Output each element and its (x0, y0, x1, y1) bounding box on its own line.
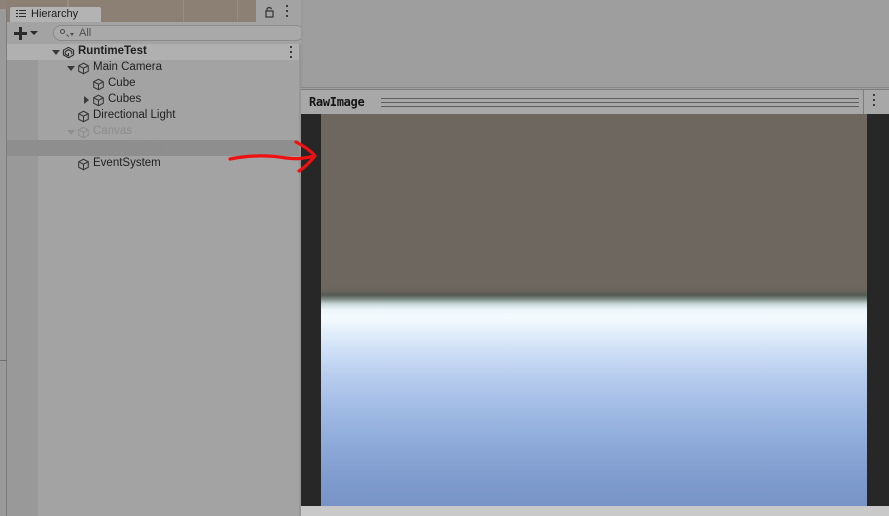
kebab-menu-icon[interactable] (286, 5, 289, 18)
gameobject-icon (77, 110, 90, 123)
gameobject-icon (77, 158, 90, 171)
tree-row-rawimage[interactable]: RawImage (7, 140, 301, 156)
lock-icon[interactable] (264, 5, 275, 18)
gameobject-icon (92, 78, 105, 91)
search-input-value: All (79, 27, 92, 39)
row-kebab-menu-icon[interactable] (290, 46, 293, 58)
gameobject-icon (92, 142, 105, 155)
tree-row-label: RuntimeTest (78, 45, 147, 58)
tabstrip-streak-3 (183, 0, 184, 22)
game-view-render-area[interactable]: RawImage RawImage Size: 350x250 (301, 114, 889, 506)
hierarchy-panel: Hierarchy All RuntimeTest Main Camera Cu… (7, 0, 304, 516)
tree-row-main-camera[interactable]: Main Camera (7, 60, 301, 76)
tree-twisty-none (81, 79, 92, 90)
tree-row-cubes[interactable]: Cubes (7, 92, 301, 108)
chevron-down-icon[interactable] (51, 47, 62, 58)
tree-row-runtimetest[interactable]: RuntimeTest (7, 44, 301, 60)
search-filter-chevron-icon (70, 33, 74, 36)
tab-rawimage-label[interactable]: RawImage (309, 95, 365, 109)
hierarchy-toolbar: All (7, 22, 304, 44)
game-view-tabstrip: RawImage (301, 89, 889, 114)
unity-scene-icon (62, 46, 75, 59)
game-view-tab-separator (863, 89, 864, 114)
tree-row-canvas[interactable]: Canvas (7, 124, 301, 140)
hierarchy-list-icon (16, 10, 26, 19)
tree-row-label: Directional Light (93, 109, 176, 122)
window-left-notch (0, 360, 7, 361)
chevron-right-icon[interactable] (81, 95, 92, 106)
editor-window: Hierarchy All RuntimeTest Main Camera Cu… (0, 0, 889, 516)
tree-twisty-none (66, 159, 77, 170)
tab-divider-lines (381, 98, 859, 107)
window-left-edge-top (0, 0, 7, 9)
gameobject-icon (77, 126, 90, 139)
game-panel-upper-divider (301, 87, 889, 88)
gameobject-icon (77, 62, 90, 75)
tree-row-label: Canvas (93, 125, 132, 138)
tree-row-label: Main Camera (93, 61, 163, 74)
game-panel-upper-blank (301, 0, 889, 88)
game-panel-left-edge (301, 0, 303, 88)
game-view-kebab-menu-icon[interactable] (873, 94, 876, 109)
tree-row-label: Cube (108, 77, 136, 90)
chevron-down-icon[interactable] (66, 127, 77, 138)
tree-row-cube[interactable]: Cube (7, 76, 301, 92)
chevron-down-icon[interactable] (66, 63, 77, 74)
tree-row-label: EventSystem (93, 157, 161, 170)
tabstrip-streak-4 (237, 0, 238, 22)
tree-row-eventsystem[interactable]: EventSystem (7, 156, 301, 172)
tab-hierarchy[interactable]: Hierarchy (10, 7, 101, 22)
hierarchy-tabbar-right (256, 0, 301, 22)
tab-hierarchy-label: Hierarchy (31, 8, 79, 20)
hierarchy-tree[interactable]: RuntimeTest Main Camera Cube Cubes Direction… (7, 44, 301, 516)
game-view-bottom-bar (301, 506, 889, 516)
chevron-down-icon (30, 31, 38, 35)
add-gameobject-button[interactable] (11, 24, 43, 42)
tree-row-directional-light[interactable]: Directional Light (7, 108, 301, 124)
gameobject-icon (92, 94, 105, 107)
search-icon (60, 28, 69, 38)
tree-row-label: RawImage (108, 141, 163, 154)
game-panel: RawImage RawImage RawImage Size: 350x250 (301, 0, 889, 516)
tree-row-label: Cubes (108, 93, 142, 106)
tree-twisty-none (81, 143, 92, 154)
hierarchy-tabstrip: Hierarchy (7, 0, 301, 22)
game-view-sky-ground (321, 114, 867, 506)
search-input[interactable]: All (53, 25, 304, 41)
tree-twisty-none (66, 111, 77, 122)
plus-icon (14, 26, 27, 40)
